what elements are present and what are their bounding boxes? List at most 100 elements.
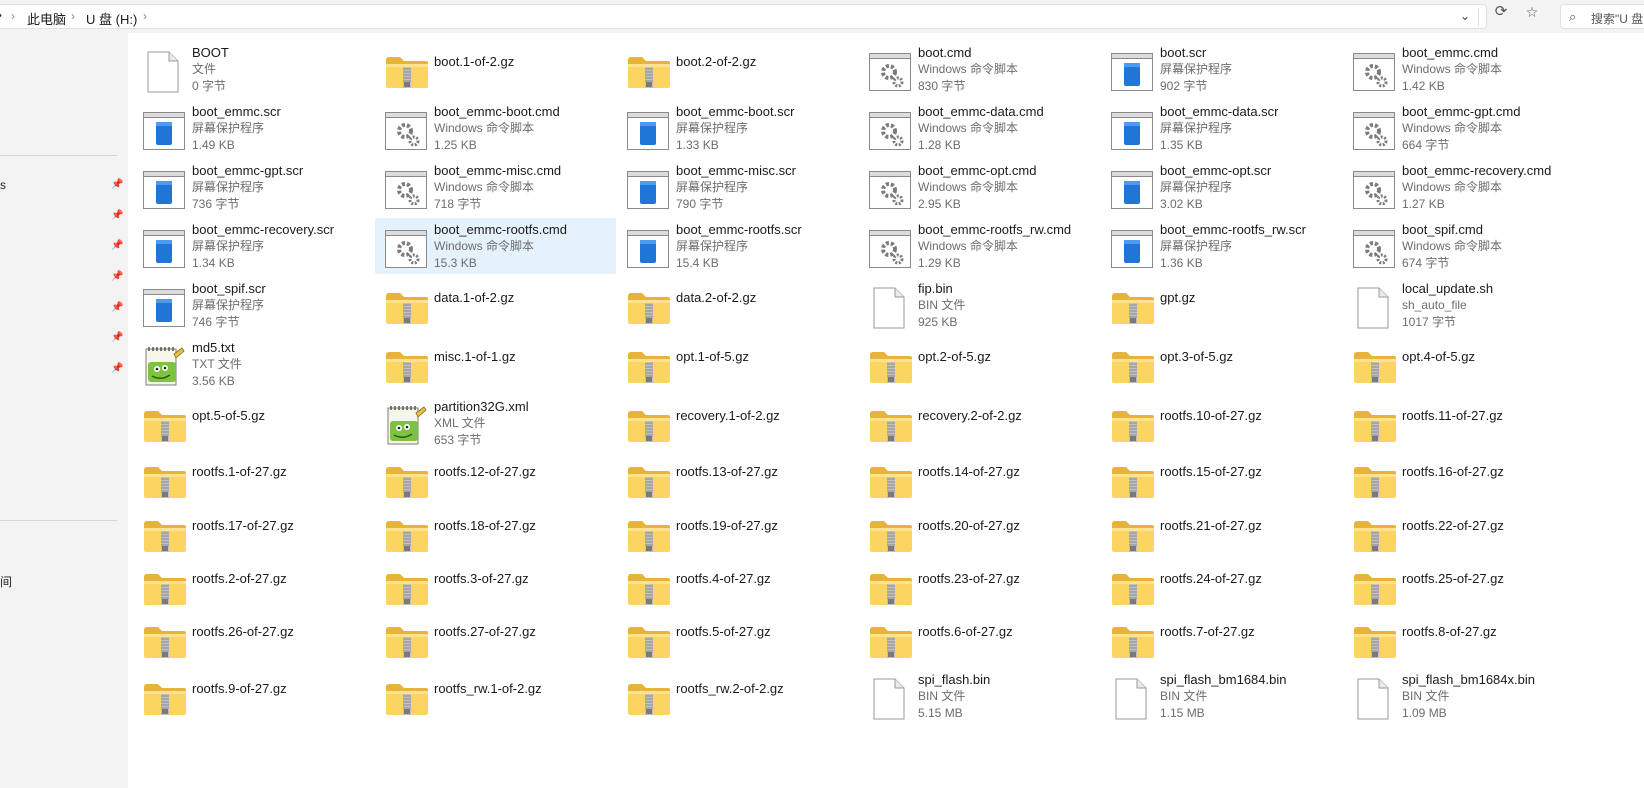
file-item[interactable]: misc.1-of-1.gz (375, 336, 616, 392)
file-item[interactable]: BOOT 文件 0 字节 (133, 41, 374, 97)
file-item[interactable]: rootfs.19-of-27.gz (617, 505, 858, 561)
refresh-icon[interactable]: ⟳ (1488, 0, 1514, 25)
file-item[interactable]: recovery.1-of-2.gz (617, 395, 858, 451)
file-item[interactable]: rootfs.15-of-27.gz (1101, 451, 1342, 507)
file-item[interactable]: rootfs.26-of-27.gz (133, 611, 374, 667)
screensaver-icon (1111, 228, 1153, 268)
file-item[interactable]: boot.1-of-2.gz (375, 41, 616, 97)
file-item[interactable]: spi_flash_bm1684.bin BIN 文件 1.15 MB (1101, 668, 1342, 724)
blank-file-icon (143, 51, 181, 93)
file-item[interactable]: rootfs_rw.2-of-2.gz (617, 668, 858, 724)
file-item[interactable]: rootfs.14-of-27.gz (859, 451, 1100, 507)
file-name: rootfs.16-of-27.gz (1402, 464, 1504, 479)
file-item[interactable]: rootfs.5-of-27.gz (617, 611, 858, 667)
file-item[interactable]: rootfs.16-of-27.gz (1343, 451, 1584, 507)
file-item[interactable]: boot_emmc-recovery.scr 屏幕保护程序 1.34 KB (133, 218, 374, 274)
chevron-right-icon[interactable]: › (71, 9, 75, 23)
breadcrumb-this-pc[interactable]: 此电脑 (27, 9, 66, 28)
file-item[interactable]: rootfs.17-of-27.gz (133, 505, 374, 561)
breadcrumb-drive[interactable]: U 盘 (H:) (86, 9, 137, 28)
file-item[interactable]: boot_emmc-opt.cmd Windows 命令脚本 2.95 KB (859, 159, 1100, 215)
file-item[interactable]: rootfs.13-of-27.gz (617, 451, 858, 507)
file-item[interactable]: partition32G.xml XML 文件 653 字节 (375, 395, 616, 451)
address-bar[interactable]: • › 此电脑 › U 盘 (H:) › ⌄ (0, 4, 1487, 29)
file-item[interactable]: local_update.sh sh_auto_file 1017 字节 (1343, 277, 1584, 333)
file-item[interactable]: boot_emmc-boot.cmd Windows 命令脚本 1.25 KB (375, 100, 616, 156)
file-item[interactable]: boot.cmd Windows 命令脚本 830 字节 (859, 41, 1100, 97)
file-item[interactable]: boot_emmc-rootfs_rw.cmd Windows 命令脚本 1.29 … (859, 218, 1100, 274)
file-item[interactable]: boot_emmc-data.scr 屏幕保护程序 1.35 KB (1101, 100, 1342, 156)
pin-icon[interactable]: 📌 (111, 240, 123, 251)
file-item[interactable]: boot_emmc-rootfs.scr 屏幕保护程序 15.4 KB (617, 218, 858, 274)
file-item[interactable]: opt.3-of-5.gz (1101, 336, 1342, 392)
file-item[interactable]: rootfs.27-of-27.gz (375, 611, 616, 667)
file-item[interactable]: boot_emmc-misc.cmd Windows 命令脚本 718 字节 (375, 159, 616, 215)
breadcrumb-overflow-icon[interactable]: • (0, 10, 2, 22)
file-item[interactable]: boot_emmc-boot.scr 屏幕保护程序 1.33 KB (617, 100, 858, 156)
file-item[interactable]: boot_emmc-recovery.cmd Windows 命令脚本 1.27 K… (1343, 159, 1584, 215)
file-item[interactable]: boot_emmc-rootfs.cmd Windows 命令脚本 15.3 KB (375, 218, 616, 274)
pin-icon[interactable]: 📌 (111, 363, 123, 374)
file-item[interactable]: rootfs.12-of-27.gz (375, 451, 616, 507)
file-item[interactable]: rootfs.23-of-27.gz (859, 558, 1100, 614)
file-item[interactable]: spi_flash_bm1684x.bin BIN 文件 1.09 MB (1343, 668, 1584, 724)
file-item[interactable]: rootfs.20-of-27.gz (859, 505, 1100, 561)
file-item[interactable]: rootfs.11-of-27.gz (1343, 395, 1584, 451)
file-item[interactable]: data.1-of-2.gz (375, 277, 616, 333)
chevron-right-icon[interactable]: › (143, 9, 147, 23)
zip-folder-icon (1353, 405, 1396, 443)
file-item[interactable]: boot.2-of-2.gz (617, 41, 858, 97)
pin-icon[interactable]: 📌 (111, 210, 123, 221)
file-item[interactable]: gpt.gz (1101, 277, 1342, 333)
pin-location-icon[interactable]: ☆ (1519, 0, 1545, 25)
file-item[interactable]: rootfs.9-of-27.gz (133, 668, 374, 724)
pin-icon[interactable]: 📌 (111, 332, 123, 343)
cmd-script-icon (869, 169, 911, 209)
file-item[interactable]: rootfs_rw.1-of-2.gz (375, 668, 616, 724)
file-item[interactable]: boot_emmc.scr 屏幕保护程序 1.49 KB (133, 100, 374, 156)
file-item[interactable]: rootfs.7-of-27.gz (1101, 611, 1342, 667)
notepad-document-icon (385, 405, 427, 445)
file-item[interactable]: boot.scr 屏幕保护程序 902 字节 (1101, 41, 1342, 97)
file-item[interactable]: boot_emmc-gpt.cmd Windows 命令脚本 664 字节 (1343, 100, 1584, 156)
search-input[interactable]: 搜索"U 盘 (1591, 10, 1643, 27)
file-item[interactable]: rootfs.2-of-27.gz (133, 558, 374, 614)
search-box[interactable]: ⌕ 搜索"U 盘 (1560, 4, 1644, 29)
file-item[interactable]: boot_emmc-rootfs_rw.scr 屏幕保护程序 1.36 KB (1101, 218, 1342, 274)
file-item[interactable]: recovery.2-of-2.gz (859, 395, 1100, 451)
nav-item-partial[interactable]: s (0, 178, 6, 192)
file-item[interactable]: rootfs.25-of-27.gz (1343, 558, 1584, 614)
file-item[interactable]: boot_emmc-data.cmd Windows 命令脚本 1.28 KB (859, 100, 1100, 156)
file-item[interactable]: opt.1-of-5.gz (617, 336, 858, 392)
file-item[interactable]: boot_emmc.cmd Windows 命令脚本 1.42 KB (1343, 41, 1584, 97)
pin-icon[interactable]: 📌 (111, 302, 123, 313)
file-item[interactable]: md5.txt TXT 文件 3.56 KB (133, 336, 374, 392)
file-item[interactable]: rootfs.21-of-27.gz (1101, 505, 1342, 561)
file-item[interactable]: rootfs.18-of-27.gz (375, 505, 616, 561)
file-item[interactable]: rootfs.3-of-27.gz (375, 558, 616, 614)
file-item[interactable]: data.2-of-2.gz (617, 277, 858, 333)
file-item[interactable]: rootfs.4-of-27.gz (617, 558, 858, 614)
file-item[interactable]: boot_emmc-gpt.scr 屏幕保护程序 736 字节 (133, 159, 374, 215)
file-item[interactable]: spi_flash.bin BIN 文件 5.15 MB (859, 668, 1100, 724)
file-item[interactable]: rootfs.22-of-27.gz (1343, 505, 1584, 561)
file-item[interactable]: rootfs.24-of-27.gz (1101, 558, 1342, 614)
file-item[interactable]: rootfs.1-of-27.gz (133, 451, 374, 507)
file-item[interactable]: boot_spif.cmd Windows 命令脚本 674 字节 (1343, 218, 1584, 274)
file-item[interactable]: rootfs.8-of-27.gz (1343, 611, 1584, 667)
file-item[interactable]: rootfs.6-of-27.gz (859, 611, 1100, 667)
screensaver-icon (627, 110, 669, 150)
file-item[interactable]: boot_emmc-misc.scr 屏幕保护程序 790 字节 (617, 159, 858, 215)
address-history-dropdown-icon[interactable]: ⌄ (1460, 9, 1470, 23)
pin-icon[interactable]: 📌 (111, 271, 123, 282)
file-item[interactable]: rootfs.10-of-27.gz (1101, 395, 1342, 451)
chevron-right-icon[interactable]: › (11, 9, 15, 23)
pin-icon[interactable]: 📌 (111, 179, 123, 190)
file-item[interactable]: fip.bin BIN 文件 925 KB (859, 277, 1100, 333)
file-item[interactable]: opt.4-of-5.gz (1343, 336, 1584, 392)
file-item[interactable]: boot_spif.scr 屏幕保护程序 746 字节 (133, 277, 374, 333)
nav-item-partial-label[interactable]: 间 (0, 573, 12, 590)
file-item[interactable]: boot_emmc-opt.scr 屏幕保护程序 3.02 KB (1101, 159, 1342, 215)
file-item[interactable]: opt.2-of-5.gz (859, 336, 1100, 392)
file-item[interactable]: opt.5-of-5.gz (133, 395, 374, 451)
